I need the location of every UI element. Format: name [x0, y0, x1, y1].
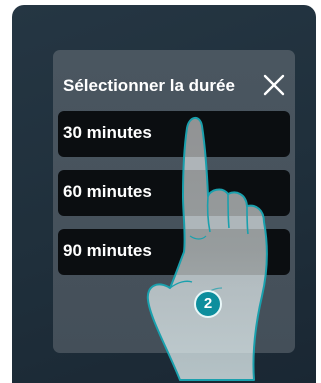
- close-icon: [263, 74, 285, 96]
- close-button[interactable]: [262, 73, 286, 97]
- option-label: 60 minutes: [63, 182, 152, 201]
- option-label: 30 minutes: [63, 123, 152, 142]
- option-60-minutes[interactable]: 60 minutes: [58, 170, 290, 216]
- option-label: 90 minutes: [63, 241, 152, 260]
- dialog-title: Sélectionner la durée: [63, 76, 235, 95]
- option-30-minutes[interactable]: 30 minutes: [58, 111, 290, 157]
- step-number-badge: 2: [194, 290, 222, 318]
- option-90-minutes[interactable]: 90 minutes: [58, 229, 290, 275]
